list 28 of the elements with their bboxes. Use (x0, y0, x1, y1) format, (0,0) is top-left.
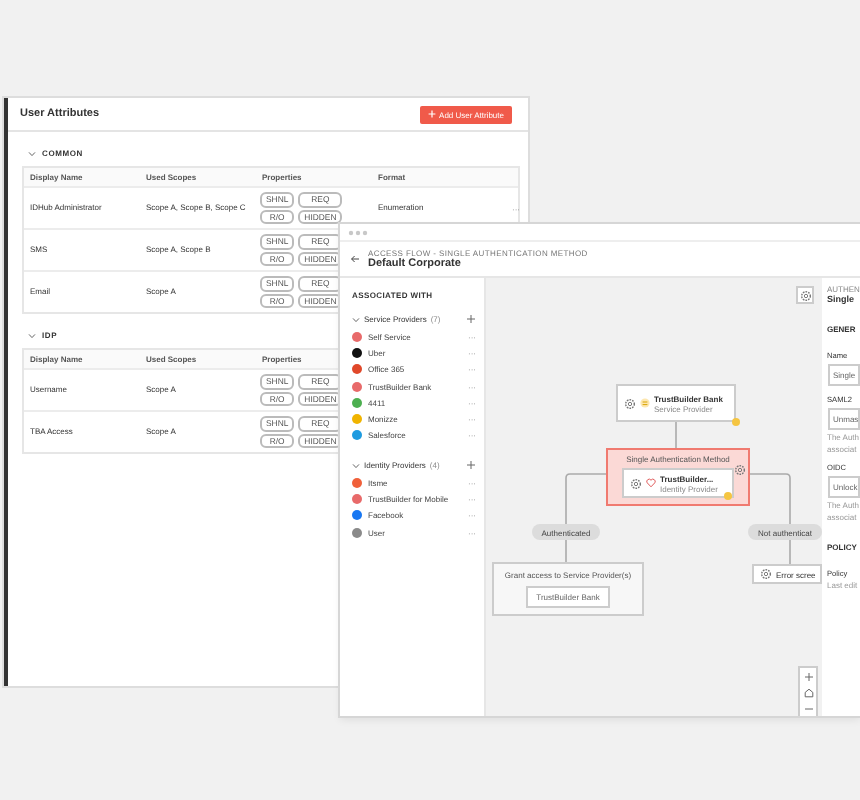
connector-line (565, 539, 567, 563)
minus-icon (803, 703, 813, 713)
connector-line (789, 539, 791, 565)
warning-badge-icon (732, 418, 740, 426)
plus-icon (803, 671, 813, 681)
plus-icon (427, 110, 436, 118)
settings-icon (760, 568, 772, 580)
chevron-icon[interactable] (352, 315, 360, 323)
fit-view-button[interactable] (800, 684, 816, 700)
heart-icon (646, 478, 656, 488)
settings-icon (799, 289, 811, 301)
chevron-icon[interactable] (28, 331, 36, 339)
back-arrow-icon[interactable] (350, 254, 360, 264)
connector-line (745, 473, 791, 525)
connector-line (675, 421, 677, 449)
connector-line (565, 473, 611, 525)
add-icon[interactable] (466, 460, 476, 471)
chevron-icon[interactable] (28, 149, 36, 157)
window-controls-icon (348, 229, 368, 235)
bank-icon (640, 398, 650, 408)
home-icon (803, 687, 813, 697)
warning-badge-icon (724, 492, 732, 500)
zoom-in-button[interactable] (800, 668, 816, 684)
settings-icon (630, 477, 642, 489)
settings-icon (734, 464, 746, 476)
settings-button[interactable] (796, 286, 814, 304)
settings-icon (624, 397, 636, 409)
add-icon[interactable] (466, 314, 476, 324)
